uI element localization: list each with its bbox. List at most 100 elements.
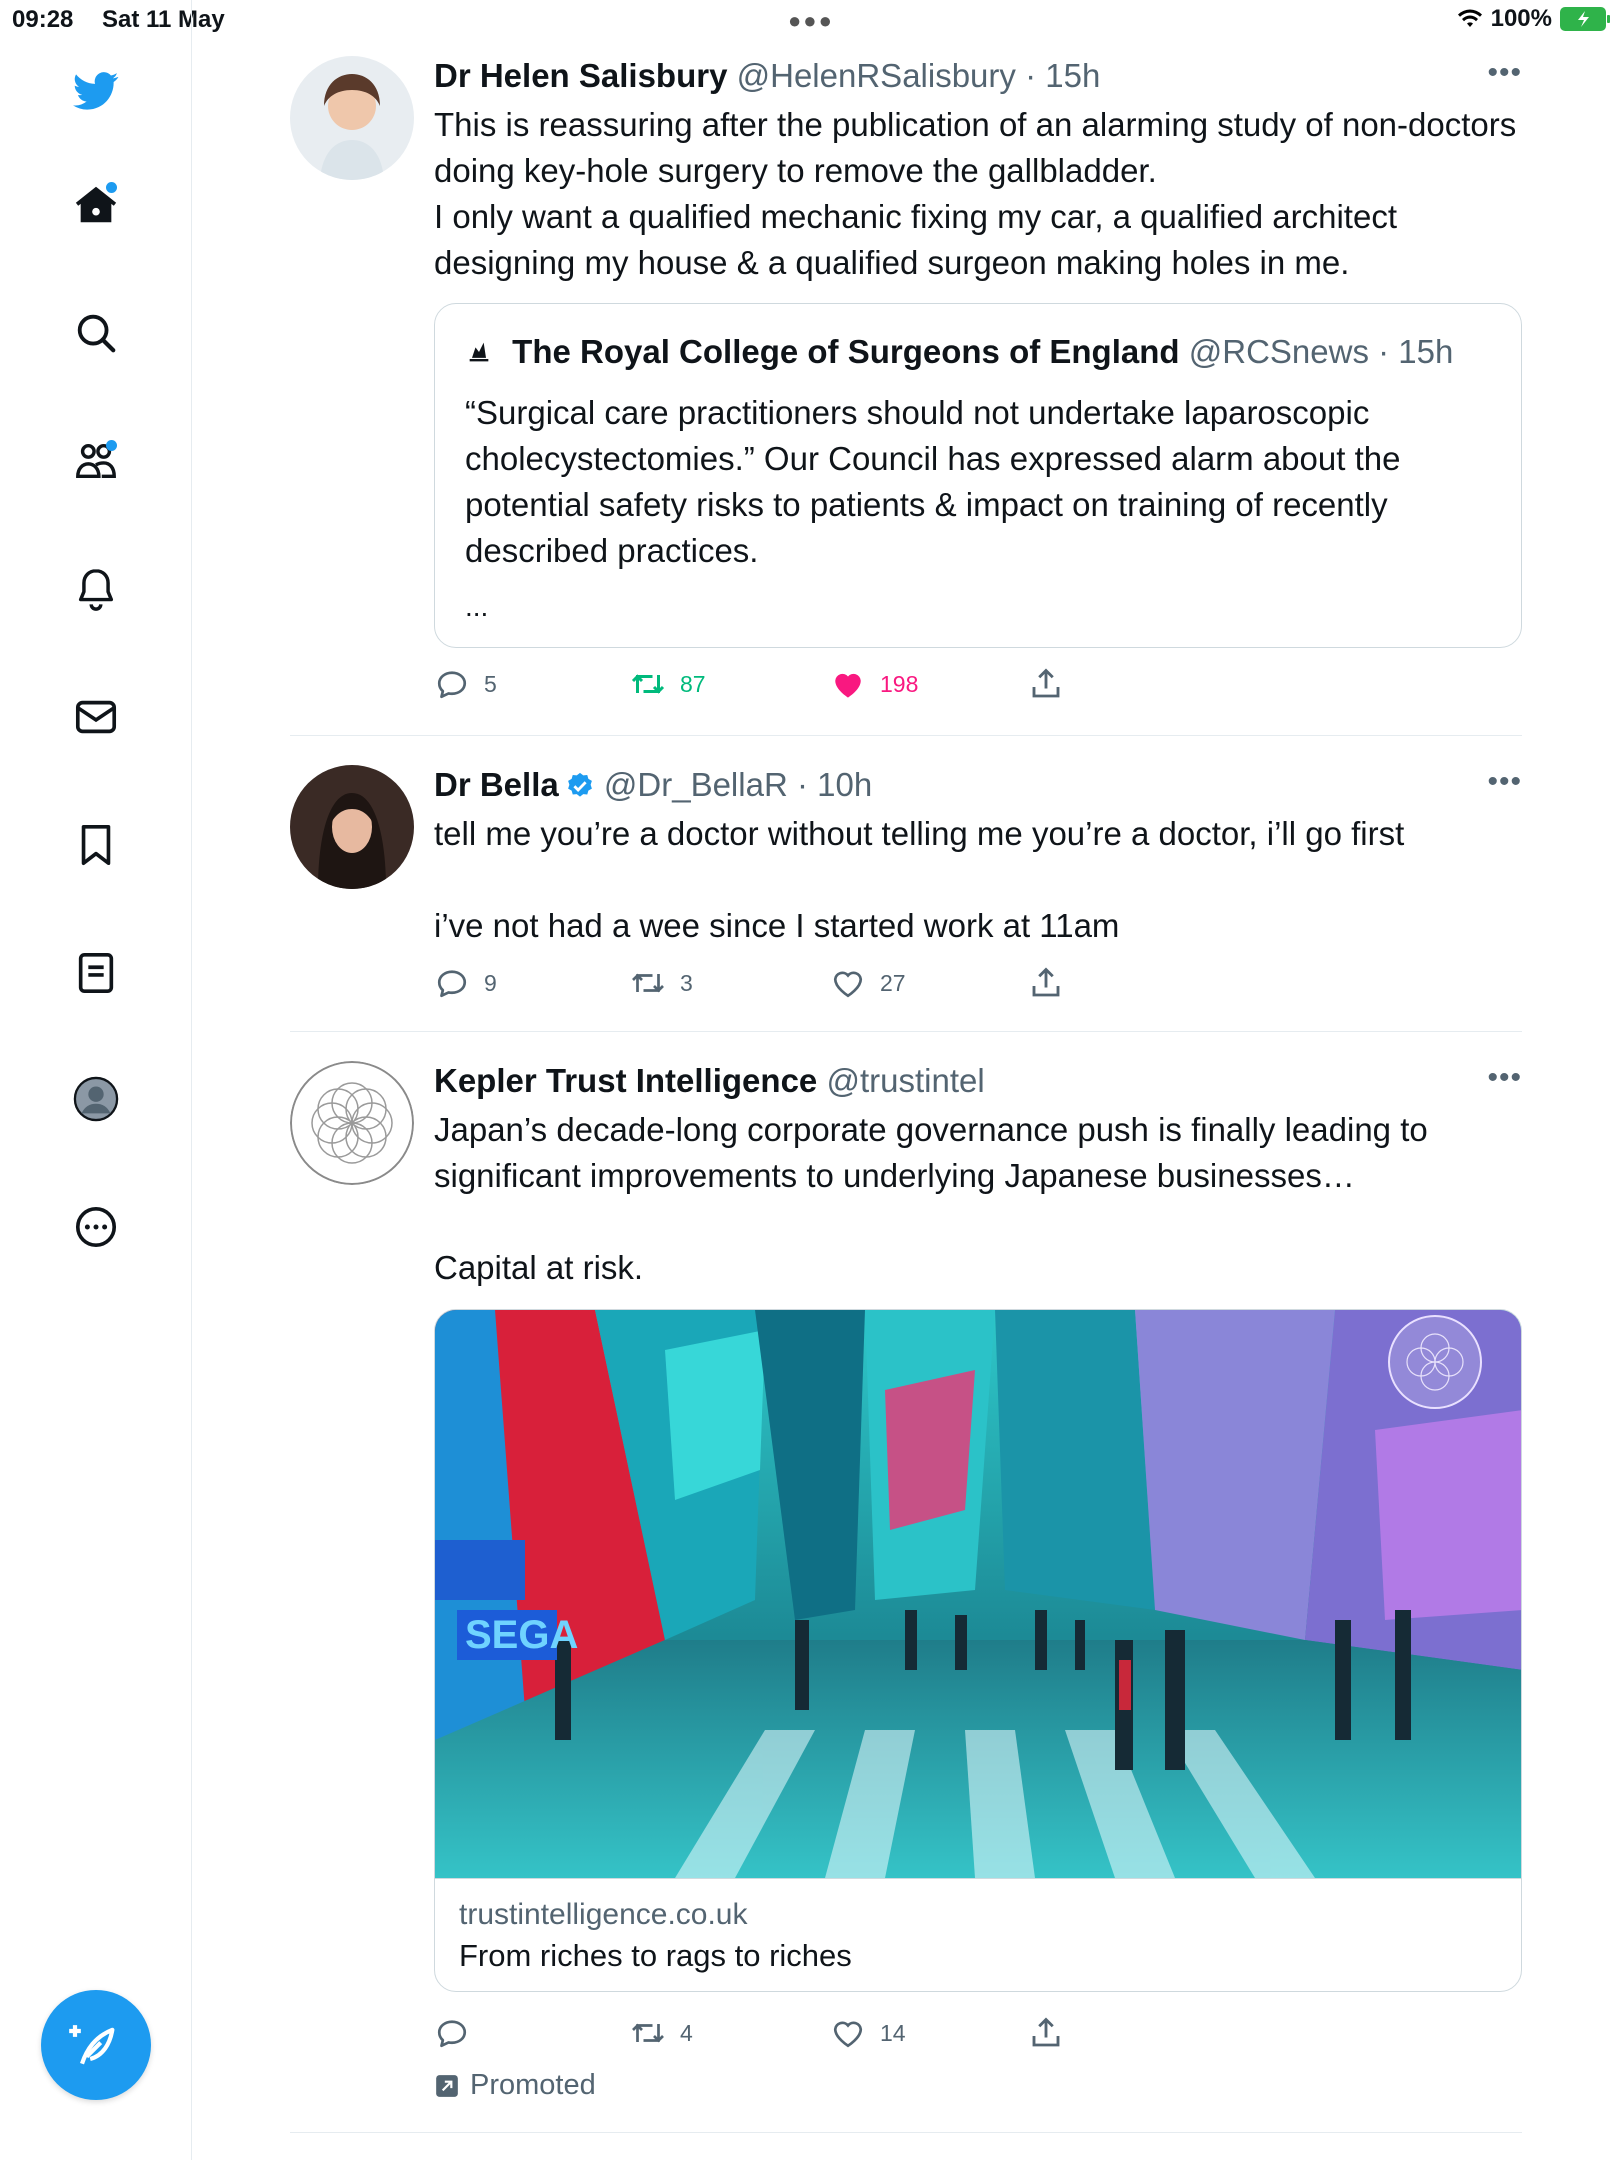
retweet-icon [632, 2023, 664, 2043]
tweet-more-icon[interactable]: ••• [1487, 56, 1522, 90]
reply-icon [437, 970, 467, 998]
retweet-icon [632, 973, 664, 993]
sidebar-item-messages[interactable] [71, 692, 121, 742]
tweet-divider [290, 1031, 1522, 1032]
tweet[interactable]: Dr Bella @Dr_BellaR · 10h ••• tell me yo… [290, 765, 1522, 1015]
link-card-image[interactable]: SEGA [435, 1310, 1521, 1878]
retweet-count: 3 [680, 969, 693, 996]
retweet-button[interactable]: 4 [630, 2015, 693, 2051]
retweet-button[interactable]: 87 [630, 666, 706, 702]
promoted-label[interactable]: Promoted [434, 2069, 596, 2102]
wifi-icon [1457, 9, 1482, 27]
tweet-divider [290, 2132, 1522, 2133]
sidebar-item-home[interactable] [71, 180, 121, 230]
author-handle[interactable]: @trustintel [826, 1062, 984, 1099]
author-handle[interactable]: @Dr_BellaR [604, 766, 788, 803]
reply-button[interactable]: 9 [434, 965, 497, 1001]
sidebar-item-bookmarks[interactable] [71, 820, 121, 870]
profile-avatar-icon [73, 1076, 119, 1122]
sidebar [0, 0, 192, 2160]
tweet-divider [290, 735, 1522, 736]
like-button[interactable]: 198 [830, 666, 918, 702]
svg-text:SEGA: SEGA [465, 1613, 578, 1657]
tweet-text: tell me you’re a doctor without telling … [434, 815, 1405, 944]
like-count: 27 [880, 969, 906, 996]
retweet-count: 87 [680, 670, 706, 697]
reply-icon [437, 671, 467, 699]
compose-feather-icon [69, 2025, 115, 2065]
sidebar-item-more[interactable] [71, 1202, 121, 1252]
tweet[interactable]: Kepler Trust Intelligence @trustintel ••… [290, 1061, 1522, 2121]
quoted-author-name: The Royal College of Surgeons of England [512, 333, 1180, 370]
avatar[interactable] [290, 1061, 414, 1185]
tweet-header: Dr Bella @Dr_BellaR · 10h [434, 765, 1522, 805]
link-card-domain: trustintelligence.co.uk [459, 1898, 748, 1931]
verified-badge-icon [567, 772, 592, 797]
bell-icon [78, 569, 114, 611]
compose-tweet-button[interactable] [41, 1990, 151, 2100]
tweet-actions: 4 14 [434, 2015, 1114, 2055]
tweet-more-icon[interactable]: ••• [1487, 765, 1522, 799]
tweet-more-icon[interactable]: ••• [1487, 1061, 1522, 1095]
heart-icon [833, 2021, 863, 2048]
tweet-actions: 9 3 27 [434, 965, 1114, 1005]
heart-icon [833, 971, 863, 998]
link-card-separator [435, 1878, 1521, 1879]
more-circle-icon [75, 1206, 117, 1248]
sidebar-item-lists[interactable] [71, 948, 121, 998]
rcs-logo-icon [469, 342, 489, 362]
tweet[interactable]: Dr Helen Salisbury @HelenRSalisbury · 15… [290, 56, 1522, 716]
share-icon [1032, 2017, 1060, 2047]
status-indicators: 100% [1457, 5, 1610, 33]
battery-icon [1560, 7, 1610, 31]
status-bar: 09:28 Sat 11 May ●●● 100% [0, 0, 1620, 42]
share-icon [1032, 967, 1060, 997]
tweet-header: Kepler Trust Intelligence @trustintel [434, 1061, 1522, 1101]
sidebar-item-notifications[interactable] [71, 564, 121, 614]
share-button[interactable] [1028, 666, 1064, 702]
sidebar-item-explore[interactable] [71, 308, 121, 358]
link-card[interactable]: SEGA trustintelligence.co.uk From riches… [434, 1309, 1522, 1992]
quoted-tweet-text: “Surgical care practitioners should not … [465, 394, 1410, 569]
sidebar-item-communities[interactable] [71, 436, 121, 486]
like-count: 14 [880, 2019, 906, 2046]
retweet-icon [631, 674, 665, 694]
avatar[interactable] [290, 765, 414, 889]
twitter-logo-icon[interactable] [71, 66, 121, 116]
quoted-tweet[interactable]: The Royal College of Surgeons of England… [434, 303, 1522, 648]
author-name[interactable]: Dr Bella [434, 766, 559, 803]
envelope-icon [75, 700, 117, 734]
quoted-author-handle: @RCSnews [1188, 333, 1369, 370]
reply-button[interactable]: 5 [434, 666, 497, 702]
lists-icon [78, 952, 114, 994]
author-handle[interactable]: @HelenRSalisbury [737, 57, 1016, 94]
author-name[interactable]: Kepler Trust Intelligence [434, 1062, 817, 1099]
tweet-time[interactable]: · 10h [797, 766, 872, 803]
author-name[interactable]: Dr Helen Salisbury [434, 57, 727, 94]
heart-filled-icon [835, 673, 861, 698]
reply-button[interactable] [434, 2015, 484, 2051]
reply-count: 5 [484, 670, 497, 697]
search-icon [77, 314, 116, 353]
avatar[interactable] [290, 56, 414, 180]
quoted-tweet-header: The Royal College of Surgeons of England… [465, 332, 1453, 372]
like-button[interactable]: 27 [830, 965, 906, 1001]
like-count: 198 [880, 670, 919, 697]
share-button[interactable] [1028, 965, 1064, 1001]
tweet-time[interactable]: · 15h [1025, 57, 1100, 94]
sidebar-item-profile[interactable] [71, 1074, 121, 1124]
communities-notification-dot [106, 440, 117, 451]
like-button[interactable]: 14 [830, 2015, 906, 2051]
share-icon [1032, 668, 1060, 698]
battery-percent: 100% [1490, 5, 1552, 32]
retweet-count: 4 [680, 2019, 693, 2046]
retweet-button[interactable]: 3 [630, 965, 693, 1001]
multitasking-dots-icon[interactable]: ●●● [788, 8, 834, 34]
share-button[interactable] [1028, 2015, 1064, 2051]
reply-icon [437, 2020, 467, 2048]
home-notification-dot [106, 182, 117, 193]
link-card-title: From riches to rags to riches [459, 1938, 852, 1973]
tweet-text: This is reassuring after the publication… [434, 106, 1517, 281]
promoted-icon [436, 2074, 458, 2097]
reply-count: 9 [484, 969, 497, 996]
